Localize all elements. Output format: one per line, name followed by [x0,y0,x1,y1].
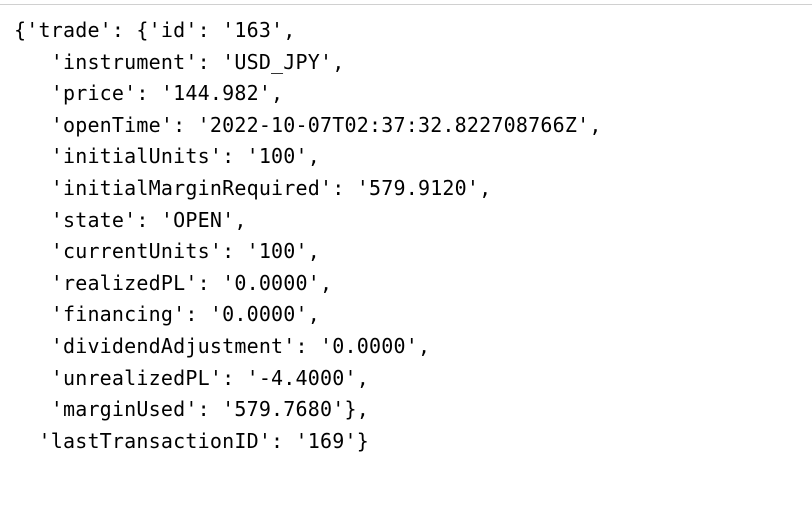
code-line: 'initialUnits': '100', [14,144,320,168]
code-line: 'openTime': '2022-10-07T02:37:32.8227087… [14,113,602,137]
code-line: 'currentUnits': '100', [14,239,320,263]
code-line: 'marginUsed': '579.7680'}, [14,397,369,421]
code-output: {'trade': {'id': '163', 'instrument': 'U… [0,15,812,457]
code-line: {'trade': {'id': '163', [14,18,296,42]
code-line: 'instrument': 'USD_JPY', [14,50,345,74]
top-divider [0,4,812,5]
code-line: 'lastTransactionID': '169'} [14,429,369,453]
code-line: 'dividendAdjustment': '0.0000', [14,334,430,358]
code-line: 'financing': '0.0000', [14,302,320,326]
code-line: 'unrealizedPL': '-4.4000', [14,366,369,390]
code-line: 'state': 'OPEN', [14,208,247,232]
code-line: 'initialMarginRequired': '579.9120', [14,176,491,200]
code-line: 'realizedPL': '0.0000', [14,271,332,295]
code-line: 'price': '144.982', [14,81,283,105]
